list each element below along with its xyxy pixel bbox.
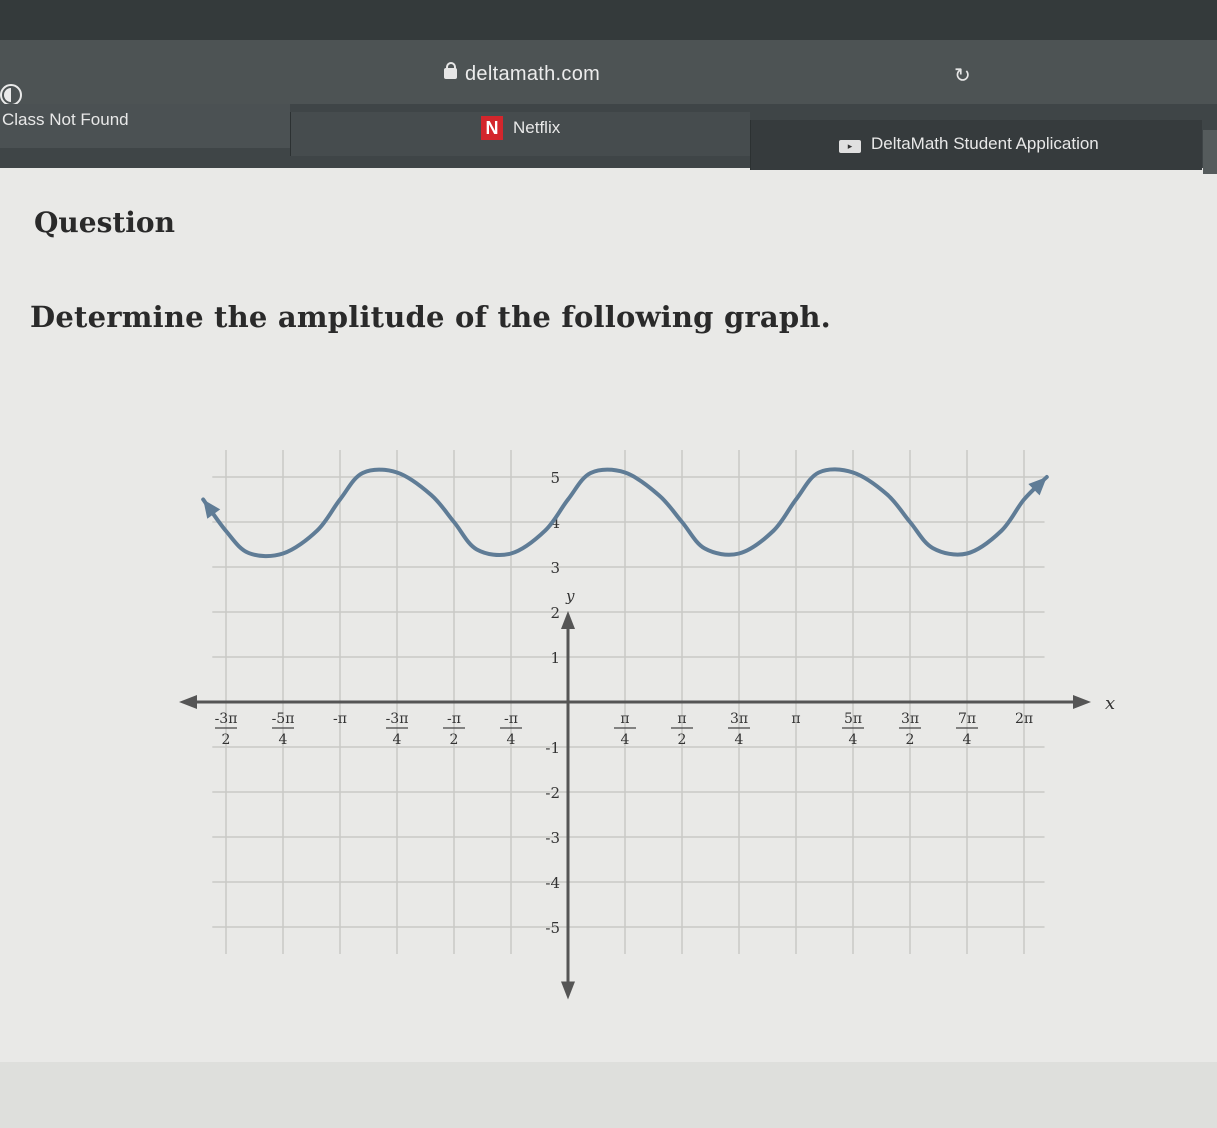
x-tick-numerator: -5π [272, 711, 295, 727]
x-tick-denominator: 4 [963, 732, 972, 748]
x-tick-numerator: 3π [901, 711, 919, 727]
x-tick-numerator: 5π [844, 711, 862, 727]
y-tick-label: 1 [550, 649, 560, 667]
x-tick-denominator: 4 [507, 732, 516, 748]
x-tick-denominator: 2 [222, 732, 231, 748]
x-tick-denominator: 2 [678, 732, 687, 748]
x-tick-numerator: -3π [386, 711, 409, 727]
x-axis-label: x [1105, 693, 1115, 714]
x-tick-denominator: 2 [906, 732, 915, 748]
y-tick-label: -2 [545, 784, 560, 802]
x-tick-denominator: 4 [849, 732, 858, 748]
x-tick-numerator: -π [333, 711, 347, 727]
x-tick-denominator: 2 [450, 732, 459, 748]
x-tick-denominator: 4 [735, 732, 744, 748]
x-tick-label: -π [333, 711, 347, 727]
y-tick-label: 3 [550, 559, 560, 577]
x-tick-numerator: -π [447, 711, 461, 727]
y-axis-label: y [565, 587, 575, 605]
x-tick-numerator: 2π [1015, 711, 1033, 727]
x-tick-numerator: 7π [958, 711, 976, 727]
x-axis-arrow-right [1073, 695, 1091, 709]
x-tick-numerator: 3π [730, 711, 748, 727]
x-tick-numerator: π [791, 711, 800, 727]
graph: x y -3π 2 -5π 4 -π -3π 4 -π 2 -π 4 π 4 π 2 3π 4 π 5π 4 3π 2 7π 4 2… [179, 450, 1115, 1000]
x-tick-label: π [791, 711, 800, 727]
x-tick-numerator: π [620, 711, 629, 727]
y-tick-label: -3 [545, 829, 560, 847]
x-tick-label: 2π [1015, 711, 1033, 727]
x-tick-numerator: -π [504, 711, 518, 727]
x-tick-numerator: -3π [215, 711, 238, 727]
y-tick-label: 2 [550, 604, 560, 622]
y-axis-arrow-down [561, 981, 575, 1000]
x-tick-denominator: 4 [393, 732, 402, 748]
x-axis-arrow-left [179, 695, 197, 709]
page-footer-area [0, 1062, 1217, 1128]
y-axis-arrow-up [561, 611, 575, 629]
x-tick-denominator: 4 [279, 732, 288, 748]
y-tick-label: 5 [550, 469, 560, 487]
y-tick-label: -1 [545, 739, 560, 757]
x-tick-numerator: π [677, 711, 686, 727]
y-tick-label: -4 [545, 874, 560, 892]
x-tick-denominator: 4 [621, 732, 630, 748]
curve-arrow-left [203, 499, 221, 519]
y-tick-label: -5 [545, 919, 560, 937]
